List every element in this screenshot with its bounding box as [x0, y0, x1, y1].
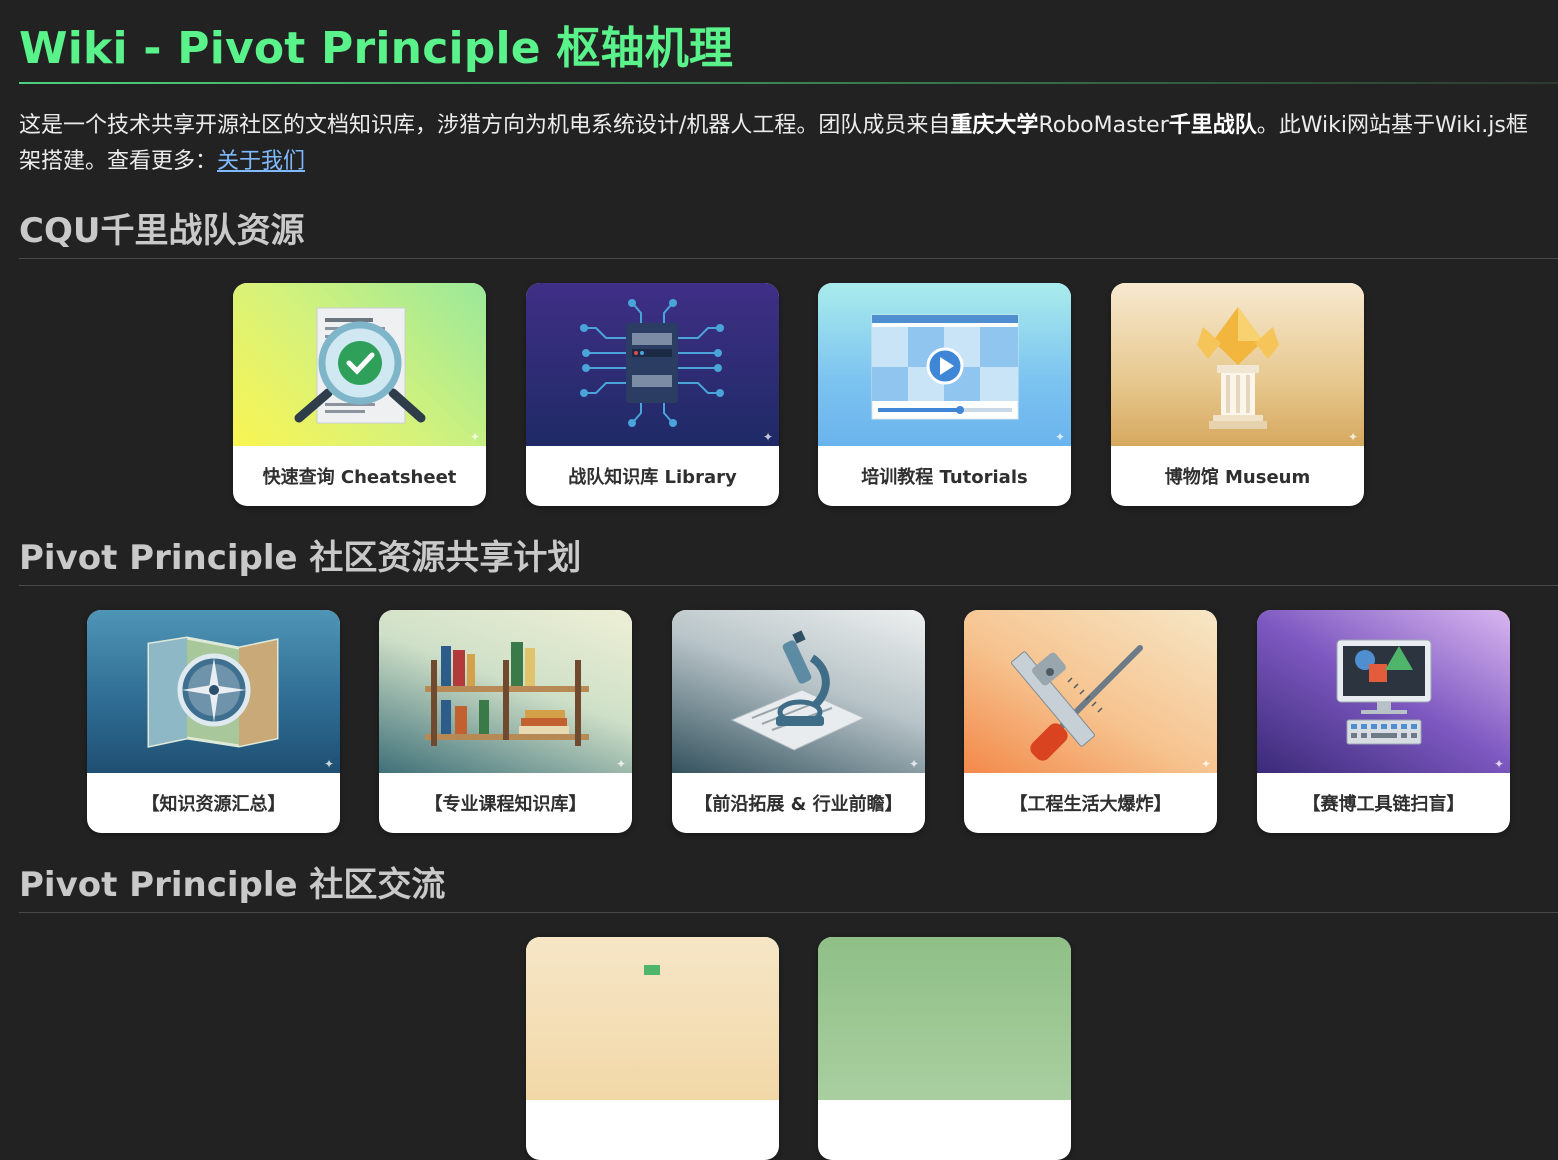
intro-text-2: RoboMaster — [1038, 113, 1169, 138]
computer-icon: ✦ — [1257, 610, 1510, 773]
card-cheatsheet[interactable]: ✦ 快速查询 Cheatsheet — [233, 283, 486, 506]
card-label — [526, 1100, 779, 1160]
card-label: 【专业课程知识库】 — [424, 794, 587, 815]
bookshelf-icon: ✦ — [379, 610, 632, 773]
microscope-icon: ✦ — [672, 610, 925, 773]
card-label: 【前沿拓展 & 行业前瞻】 — [694, 794, 903, 815]
card-cyber-tools[interactable]: ✦ 【赛博工具链扫盲】 — [1257, 610, 1510, 833]
community-icon — [818, 937, 1071, 1100]
page-title: Wiki - Pivot Principle 枢轴机理 — [19, 23, 734, 74]
section-divider — [19, 585, 1558, 586]
section-heading-sharing: Pivot Principle 社区资源共享计划 — [19, 538, 582, 578]
tools-icon: ✦ — [964, 610, 1217, 773]
card-label — [818, 1100, 1071, 1160]
card-frontier[interactable]: ✦ 【前沿拓展 & 行业前瞻】 — [672, 610, 925, 833]
section-divider — [19, 912, 1558, 913]
section-heading-community: Pivot Principle 社区交流 — [19, 865, 446, 905]
card-community-2[interactable] — [818, 937, 1071, 1160]
server-circuit-icon: ✦ — [526, 283, 779, 446]
magnifier-checklist-icon: ✦ — [233, 283, 486, 446]
section-heading-cqu: CQU千里战队资源 — [19, 211, 305, 251]
title-divider — [19, 82, 1558, 84]
card-label: 快速查询 Cheatsheet — [262, 467, 457, 488]
trophy-pillar-icon: ✦ — [1111, 283, 1364, 446]
intro-paragraph: 这是一个技术共享开源社区的文档知识库，涉猎方向为机电系统设计/机器人工程。团队成… — [19, 108, 1549, 180]
map-compass-icon: ✦ — [87, 610, 340, 773]
card-course-library[interactable]: ✦ 【专业课程知识库】 — [379, 610, 632, 833]
card-label: 【工程生活大爆炸】 — [1009, 794, 1172, 815]
card-label: 【知识资源汇总】 — [141, 794, 286, 815]
card-label: 【赛博工具链扫盲】 — [1302, 794, 1465, 815]
card-knowledge-resources[interactable]: ✦ 【知识资源汇总】 — [87, 610, 340, 833]
intro-text-1: 这是一个技术共享开源社区的文档知识库，涉猎方向为机电系统设计/机器人工程。团队成… — [19, 113, 951, 138]
card-engineering-life[interactable]: ✦ 【工程生活大爆炸】 — [964, 610, 1217, 833]
card-label: 博物馆 Museum — [1164, 467, 1311, 488]
community-icon — [526, 937, 779, 1100]
card-tutorials[interactable]: ✦ 培训教程 Tutorials — [818, 283, 1071, 506]
section-divider — [19, 258, 1558, 259]
card-label: 战队知识库 Library — [568, 467, 737, 488]
card-museum[interactable]: ✦ 博物馆 Museum — [1111, 283, 1364, 506]
card-library[interactable]: ✦ 战队知识库 Library — [526, 283, 779, 506]
about-us-link[interactable]: 关于我们 — [217, 149, 305, 174]
video-player-icon: ✦ — [818, 283, 1071, 446]
card-community-1[interactable] — [526, 937, 779, 1160]
intro-bold-university: 重庆大学 — [950, 113, 1039, 138]
intro-bold-team: 千里战队 — [1168, 113, 1257, 138]
card-label: 培训教程 Tutorials — [861, 467, 1028, 488]
